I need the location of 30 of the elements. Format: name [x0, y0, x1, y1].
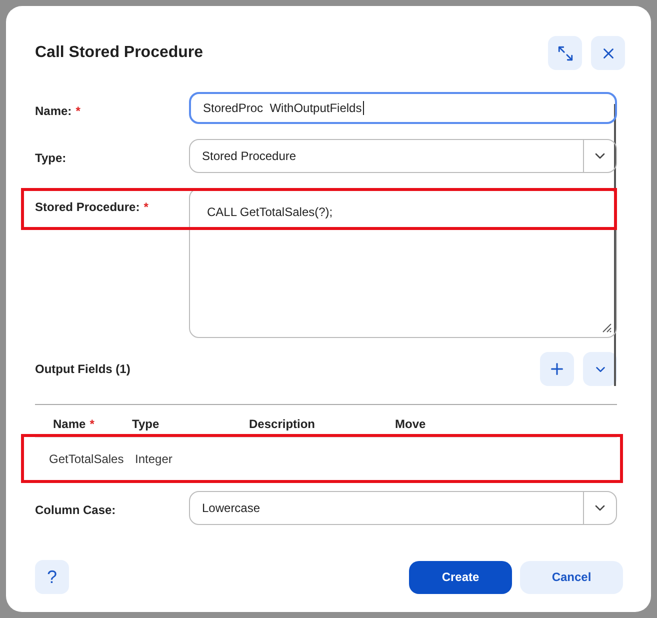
name-field[interactable]: StoredProc WithOutputFields [189, 92, 617, 124]
add-button[interactable] [540, 352, 574, 386]
create-button[interactable]: Create [409, 560, 512, 594]
type-dropdown[interactable]: Stored Procedure [189, 139, 617, 173]
column-header: Move [395, 417, 426, 431]
expand-button[interactable] [548, 36, 582, 70]
resize-handle-icon[interactable] [600, 321, 612, 333]
cancel-button[interactable]: Cancel [520, 560, 623, 594]
collapse-button[interactable] [583, 352, 617, 386]
dialog-title: Call Stored Procedure [35, 43, 204, 63]
required-mark: * [90, 417, 94, 431]
column-header: Type [132, 417, 160, 431]
required-mark: * [144, 200, 148, 214]
case-dropdown[interactable]: Lowercase [189, 491, 617, 525]
close-button[interactable] [591, 36, 625, 70]
table-cell-text: GetTotalSales [48, 450, 125, 468]
field-label: Stored Procedure: [35, 200, 140, 214]
scrollbar[interactable] [614, 104, 616, 386]
section-title: Output Fields (1) [35, 361, 130, 378]
required-mark: * [76, 104, 80, 118]
field-label: Type: [35, 151, 66, 165]
column-header: Name [53, 417, 86, 431]
procedure-textarea[interactable]: CALL GetTotalSales(?); [189, 188, 617, 338]
table-cell-text: Integer [135, 450, 174, 468]
expand-icon [556, 44, 574, 62]
plus-icon [548, 360, 566, 378]
help-button[interactable]: ? [35, 560, 69, 594]
field-label: Name: [35, 104, 72, 118]
field-label: Column Case: [35, 502, 117, 519]
column-header: Description [249, 417, 316, 431]
